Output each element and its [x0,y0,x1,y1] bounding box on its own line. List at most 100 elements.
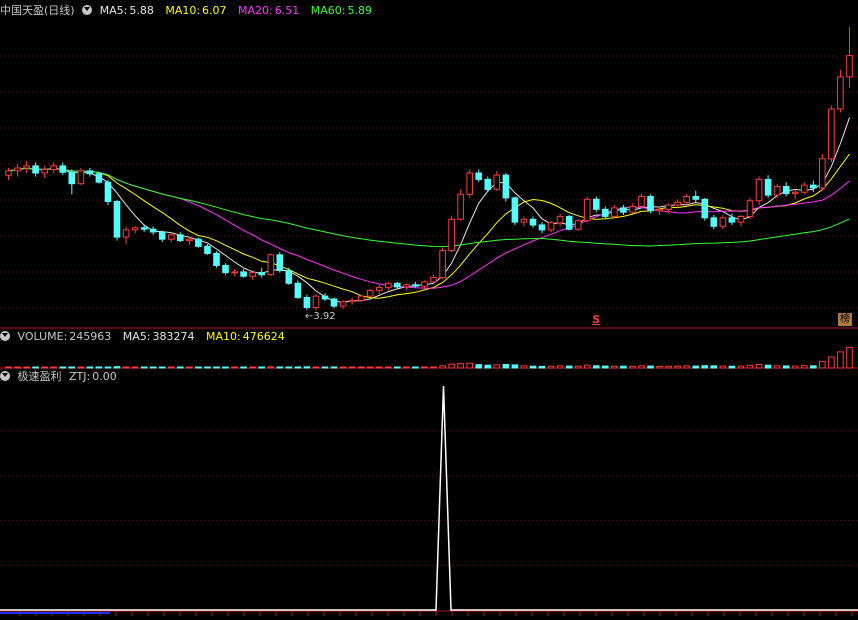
candle-body [710,217,718,227]
candle-body [782,186,790,195]
volume-bar [520,365,528,369]
candle-body [502,174,510,199]
candle-body [574,220,582,230]
volume-bar [457,363,464,369]
volume-bar [448,363,455,369]
candle-body [746,200,754,218]
volume-bar [692,365,700,369]
candle-body [240,271,247,277]
candle-body [385,282,392,289]
low-price-value: 3.92 [313,311,336,323]
signal-mark[interactable]: S [592,313,600,326]
volume-bar [602,365,609,369]
candle-body [68,171,76,185]
vol-ma5-label: MA5: [122,330,151,343]
candle-body [303,297,311,308]
volume-bar [647,365,654,369]
volume-bar [430,366,437,369]
candle-body [376,287,383,291]
chart-window[interactable]: 中国天盈(日线) MA5: 5.88 MA10: 6.07 MA20: 6.51 MA… [0,0,858,616]
volume-bar [186,366,193,369]
candle-body [810,184,817,189]
volume-bar [59,366,67,369]
candle-body [593,198,600,210]
ma5-label: MA5: [99,4,128,17]
candle-body [764,178,772,196]
volume-bar [23,366,30,369]
ma60-value: 5.89 [347,4,372,17]
candle-body [674,201,682,206]
volume-bar [782,365,790,369]
volume-bar [466,362,473,369]
vol-ma10-value: 476624 [242,330,285,343]
volume-bar [656,365,663,369]
ma60-label: MA60: [310,4,346,17]
ma10-label: MA10: [165,4,201,17]
rank-badge[interactable]: 榜 [838,313,852,326]
volume-bar [773,365,781,369]
volume-bar [755,364,763,369]
volume-bar [204,366,211,369]
candle-body [529,218,537,226]
volume-bar [312,366,320,369]
volume-bar [819,360,826,369]
volume-bar [366,366,374,369]
volume-bar [149,366,157,369]
volume-bar [665,365,672,369]
candle-body [14,167,21,172]
candle-body [140,227,148,230]
volume-bar [267,366,275,369]
volume-bar [32,366,39,369]
candle-body [448,218,455,252]
volume-bar [285,366,293,369]
candle-body [665,204,672,210]
chart-canvas[interactable] [0,0,858,616]
volume-bar [168,366,175,369]
candle-body [484,178,492,190]
candle-body [755,178,763,202]
ma5-line [8,117,850,303]
ztj-label: ZTJ: [69,370,91,383]
candle-body [77,170,85,185]
volume-bar [77,366,85,369]
candle-body [50,165,58,170]
volume-bar [195,366,202,369]
candle-body [394,282,401,288]
indicator-panel-menu-icon[interactable] [0,371,10,381]
volume-bar [122,366,130,369]
vol-ma10-label: MA10: [206,330,241,343]
candle-body [104,181,112,203]
candle-body [348,299,356,303]
candle-body [258,272,265,276]
volume-bar [629,365,636,369]
volume-bar [385,366,392,369]
indicator-menu-icon[interactable] [82,5,93,15]
candle-body [366,289,374,297]
volume-bar [737,365,745,369]
volume-menu-icon[interactable] [0,331,10,341]
candle-body [339,301,347,307]
volume-bar [412,366,419,369]
candle-body [439,250,446,279]
candle-body [59,165,67,173]
candle-body [177,234,184,242]
candle-body [357,295,365,301]
candle-body [656,208,663,212]
volume-bar [158,366,166,369]
candle-body [168,234,175,240]
candle-body [158,231,166,240]
volume-bar [421,366,428,369]
volume-bar [439,365,446,369]
volume-bar [502,364,510,369]
volume-bar [801,365,808,369]
volume-bar [403,366,410,369]
volume-bar [276,366,284,369]
price-panel-header: 中国天盈(日线) MA5: 5.88 MA10: 6.07 MA20: 6.51 MA… [0,3,380,19]
candle-body [213,252,220,266]
candle-body [511,197,519,223]
volume-bar [104,366,112,369]
candle-body [421,281,428,287]
volume-label: VOLUME: [17,330,68,343]
indicator-name: 极速盈利 [17,370,62,383]
volume-bar [50,366,58,369]
